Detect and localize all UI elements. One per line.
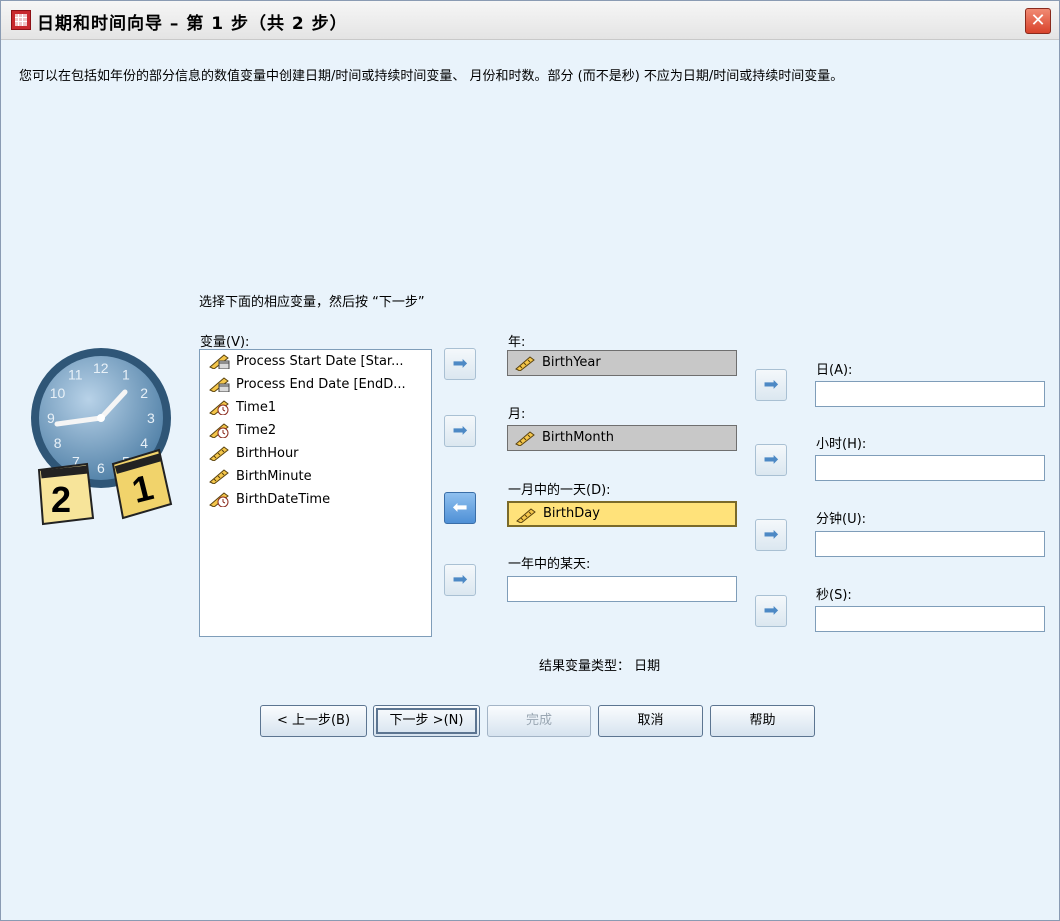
time-variable-icon <box>209 400 229 415</box>
date-variable-icon <box>209 377 230 392</box>
clock-hour-label: 11 <box>68 367 83 383</box>
clock-hour-label: 12 <box>93 360 109 376</box>
list-item-label: BirthHour <box>236 446 299 461</box>
scale-variable-icon <box>209 469 229 484</box>
instruction-text: 选择下面的相应变量，然后按 “下一步” <box>199 295 425 310</box>
list-item[interactable]: BirthDateTime <box>200 488 431 511</box>
cancel-button[interactable]: 取消 <box>598 705 703 737</box>
clock-hour-label: 9 <box>47 410 55 426</box>
move-to-second-button[interactable]: ➡ <box>755 595 787 627</box>
ruler-icon <box>515 356 535 371</box>
back-button[interactable]: < 上一步(B) <box>260 705 367 737</box>
minute-field[interactable] <box>815 531 1045 557</box>
list-item-label: Time2 <box>236 423 277 438</box>
list-item-label: BirthMinute <box>236 469 312 484</box>
clock-calendar-illustration: 121234567891011 2 1 <box>31 348 173 526</box>
move-to-month-button[interactable]: ➡ <box>444 415 476 447</box>
day-field[interactable] <box>815 381 1045 407</box>
title-bar: 日期和时间向导 – 第 1 步（共 2 步） ✕ <box>1 1 1059 40</box>
clock-hour-label: 6 <box>97 460 105 476</box>
list-item-label: BirthDateTime <box>236 492 331 507</box>
day-of-month-field[interactable]: BirthDay <box>507 501 737 527</box>
move-to-day-of-year-button[interactable]: ➡ <box>444 564 476 596</box>
day-of-month-field-value: BirthDay <box>543 506 600 521</box>
clock-hour-label: 2 <box>140 385 148 401</box>
clock-hour-label: 8 <box>54 435 62 451</box>
variables-label: 变量(V): <box>200 335 250 350</box>
month-field-value: BirthMonth <box>542 430 614 445</box>
list-item-label: Time1 <box>236 400 277 415</box>
clock-hour-label: 10 <box>50 385 66 401</box>
calendar-card-left-number: 2 <box>51 479 71 520</box>
month-label: 月: <box>508 407 526 422</box>
finish-button[interactable]: 完成 <box>487 705 591 737</box>
result-variable-type: 结果变量类型： 日期 <box>539 659 661 674</box>
scale-variable-icon <box>209 446 229 461</box>
day-of-year-label: 一年中的某天: <box>508 557 591 572</box>
time-variable-icon <box>209 492 229 507</box>
ruler-icon <box>516 508 536 523</box>
list-item[interactable]: Time1 <box>200 396 431 419</box>
time-variable-icon <box>209 423 229 438</box>
hour-field[interactable] <box>815 455 1045 481</box>
second-label: 秒(S): <box>816 588 852 603</box>
wizard-description: 您可以在包括如年份的部分信息的数值变量中创建日期/时间或持续时间变量、 月份和时… <box>19 69 844 84</box>
ruler-icon <box>515 431 535 446</box>
close-button[interactable]: ✕ <box>1025 8 1051 34</box>
minute-label: 分钟(U): <box>816 512 867 527</box>
list-item-label: Process End Date [EndD... <box>236 377 406 392</box>
next-button[interactable]: 下一步 >(N) <box>373 705 480 737</box>
list-item[interactable]: Process Start Date [Star... <box>200 350 431 373</box>
day-of-month-label: 一月中的一天(D): <box>508 483 611 498</box>
year-field-value: BirthYear <box>542 355 601 370</box>
variables-listbox[interactable]: Process Start Date [Star... Process End D… <box>199 349 432 637</box>
second-field[interactable] <box>815 606 1045 632</box>
hour-label: 小时(H): <box>816 437 867 452</box>
window-title: 日期和时间向导 – 第 1 步（共 2 步） <box>37 14 348 34</box>
help-button[interactable]: 帮助 <box>710 705 815 737</box>
move-to-hour-button[interactable]: ➡ <box>755 444 787 476</box>
move-to-minute-button[interactable]: ➡ <box>755 519 787 551</box>
clock-hour-label: 1 <box>122 367 130 383</box>
date-time-wizard-dialog: 日期和时间向导 – 第 1 步（共 2 步） ✕ 您可以在包括如年份的部分信息的… <box>0 0 1060 921</box>
year-field[interactable]: BirthYear <box>507 350 737 376</box>
list-item[interactable]: BirthHour <box>200 442 431 465</box>
calendar-card-left: 2 <box>37 462 95 526</box>
move-to-day-button[interactable]: ➡ <box>755 369 787 401</box>
date-variable-icon <box>209 354 230 369</box>
move-to-year-button[interactable]: ➡ <box>444 348 476 380</box>
list-item[interactable]: Time2 <box>200 419 431 442</box>
list-item[interactable]: BirthMinute <box>200 465 431 488</box>
clock-hour-label: 3 <box>147 410 155 426</box>
month-field[interactable]: BirthMonth <box>507 425 737 451</box>
move-back-day-of-month-button[interactable]: ⬅ <box>444 492 476 524</box>
list-item[interactable]: Process End Date [EndD... <box>200 373 431 396</box>
year-label: 年: <box>508 335 526 350</box>
day-label: 日(A): <box>816 363 853 378</box>
day-of-year-field[interactable] <box>507 576 737 602</box>
list-item-label: Process Start Date [Star... <box>236 354 404 369</box>
spreadsheet-icon <box>11 10 31 30</box>
clock-hour-label: 4 <box>140 435 148 451</box>
